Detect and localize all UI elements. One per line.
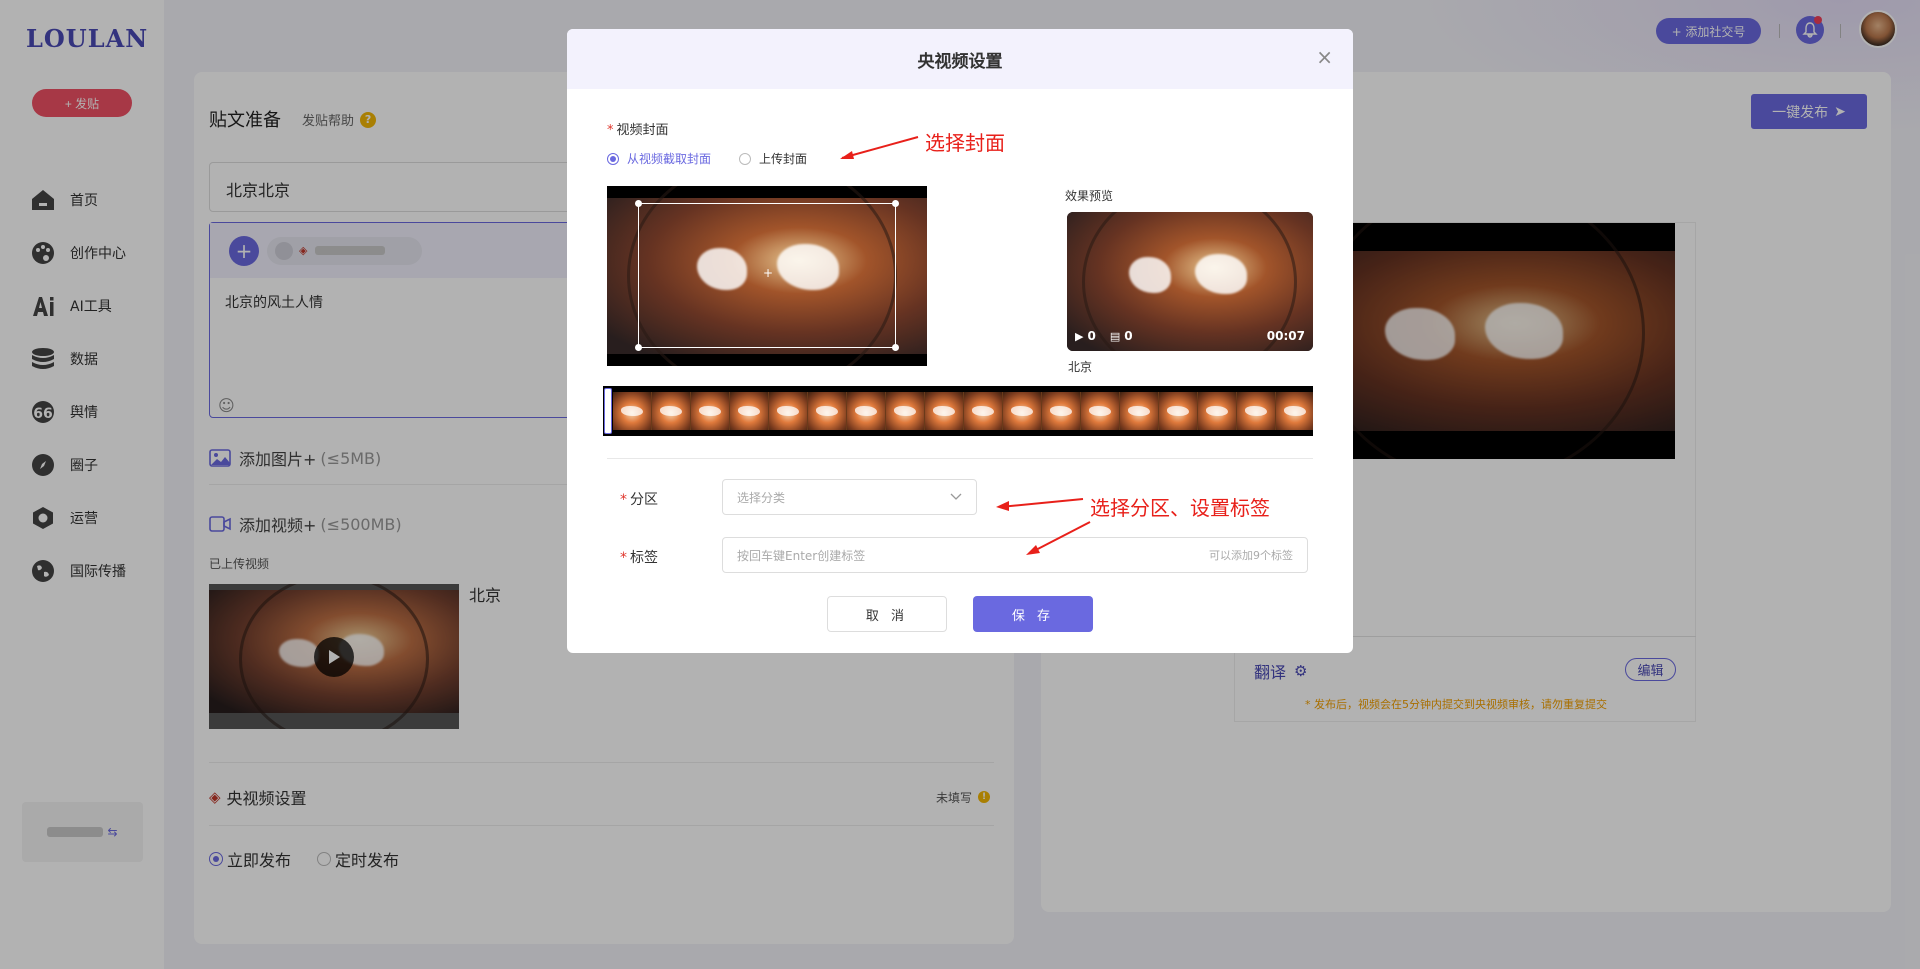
close-icon[interactable]: × xyxy=(1316,47,1333,67)
effect-preview-label: 效果预览 xyxy=(1065,189,1114,203)
cover-label-text: 视频封面 xyxy=(616,123,669,138)
cover-capture-label[interactable]: 从视频截取封面 xyxy=(627,150,711,167)
frame-strip-frame xyxy=(1276,392,1313,430)
tags-label-text: 标签 xyxy=(630,550,658,566)
chevron-down-icon xyxy=(950,493,962,500)
frame-strip-frame xyxy=(1042,392,1081,430)
crosshair-icon: + xyxy=(763,266,774,280)
preview-stats: ▶ 0 ▤ 0 00:07 xyxy=(1075,329,1305,343)
comment-count: 0 xyxy=(1124,329,1133,343)
crop-handle[interactable] xyxy=(892,200,899,207)
cover-source-group: 从视频截取封面 上传封面 xyxy=(607,150,807,167)
modal-title: 央视频设置 xyxy=(917,51,1003,72)
category-placeholder: 选择分类 xyxy=(737,490,786,505)
cover-upload-radio[interactable] xyxy=(739,152,752,165)
cover-capture-radio[interactable] xyxy=(607,152,619,165)
crop-handle[interactable] xyxy=(892,344,899,351)
frame-strip-frame xyxy=(808,392,847,430)
frame-strip-frame xyxy=(1198,392,1237,430)
category-label: * 分区 xyxy=(620,489,658,509)
frame-strip-frame xyxy=(1159,392,1198,430)
divider xyxy=(607,458,1313,459)
frame-strip-frame xyxy=(691,392,730,430)
crop-handle[interactable] xyxy=(635,200,642,207)
frame-strip-frame xyxy=(1120,392,1159,430)
comment-count-icon: ▤ xyxy=(1109,329,1121,343)
required-mark: * xyxy=(620,550,627,566)
category-label-text: 分区 xyxy=(630,492,658,508)
frame-strip-frame xyxy=(613,392,652,430)
crop-handle[interactable] xyxy=(635,344,642,351)
frame-strip-frame xyxy=(769,392,808,430)
tags-label: * 标签 xyxy=(620,547,658,567)
tags-input[interactable]: 按回车键Enter创建标签 可以添加9个标签 xyxy=(722,537,1308,573)
modal-header: 央视频设置 × xyxy=(567,29,1353,89)
frame-strip-frames xyxy=(613,392,1313,430)
frame-strip-frame xyxy=(1003,392,1042,430)
play-count-icon: ▶ xyxy=(1075,329,1084,343)
cover-crop-area[interactable]: + xyxy=(607,186,927,366)
frame-strip-cursor[interactable] xyxy=(604,388,612,434)
frame-strip-frame xyxy=(847,392,886,430)
frame-strip-frame xyxy=(1237,392,1276,430)
frame-strip-frame xyxy=(1081,392,1120,430)
annotation-category-tags: 选择分区、设置标签 xyxy=(1090,496,1270,520)
cctv-settings-modal: 央视频设置 × * 视频封面 从视频截取封面 上传封面 + 效果预览 ▶ 0 ▤… xyxy=(567,29,1353,653)
frame-strip-frame xyxy=(964,392,1003,430)
crop-selection[interactable]: + xyxy=(635,200,899,351)
category-select[interactable]: 选择分类 xyxy=(722,479,977,515)
required-mark: * xyxy=(607,123,614,138)
tags-hint: 可以添加9个标签 xyxy=(1209,549,1293,562)
frame-strip-frame xyxy=(730,392,769,430)
play-count: 0 xyxy=(1087,329,1096,343)
frame-strip-frame xyxy=(886,392,925,430)
annotation-cover: 选择封面 xyxy=(925,131,1005,155)
frame-strip-frame xyxy=(925,392,964,430)
cover-upload-label[interactable]: 上传封面 xyxy=(759,150,807,167)
effect-preview: ▶ 0 ▤ 0 00:07 xyxy=(1067,212,1313,351)
preview-video-name: 北京 xyxy=(1068,360,1093,374)
save-button[interactable]: 保 存 xyxy=(973,596,1093,632)
frame-strip[interactable] xyxy=(603,386,1313,436)
cancel-button[interactable]: 取 消 xyxy=(827,596,947,632)
cover-label: * 视频封面 xyxy=(607,119,669,138)
required-mark: * xyxy=(620,492,627,508)
tags-placeholder: 按回车键Enter创建标签 xyxy=(737,548,866,563)
frame-strip-frame xyxy=(652,392,691,430)
video-duration: 00:07 xyxy=(1266,329,1305,343)
